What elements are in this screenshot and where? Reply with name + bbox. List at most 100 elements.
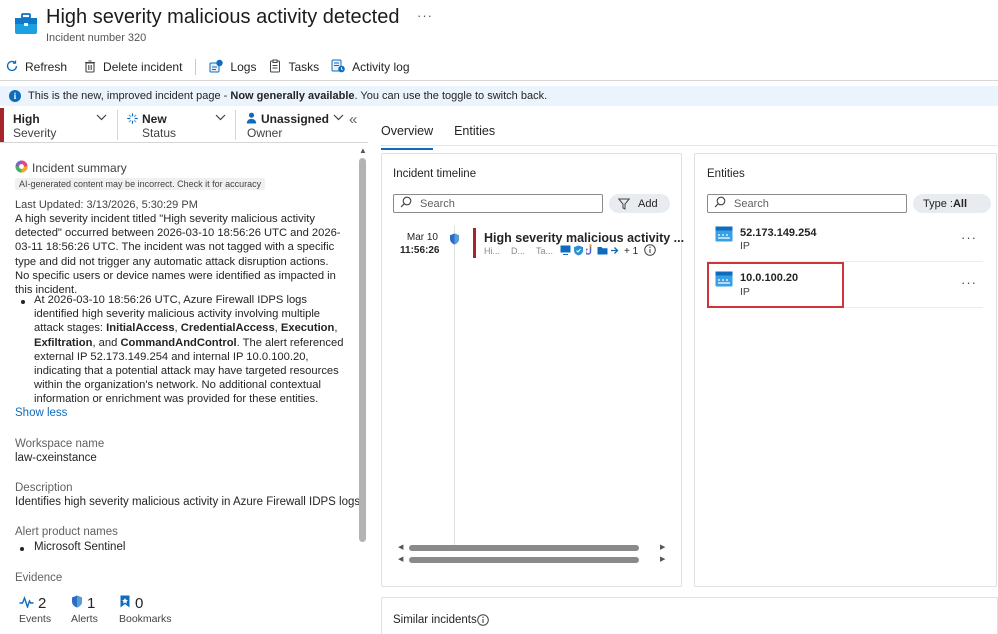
- evidence-bookmarks[interactable]: 0 Bookmarks: [119, 595, 172, 625]
- workspace-name-label: Workspace name: [15, 438, 105, 450]
- alert-product-names-label: Alert product names: [15, 526, 118, 538]
- chevron-down-icon: [333, 113, 344, 124]
- timeline-search-input[interactable]: Search: [393, 194, 603, 213]
- horizontal-scrollbar-2[interactable]: ◀ ▶: [398, 555, 670, 565]
- tab-entities[interactable]: Entities: [454, 124, 495, 146]
- incident-timeline-title: Incident timeline: [393, 168, 477, 180]
- detail-tabs: Overview Entities: [381, 124, 516, 150]
- clipboard-icon: [268, 59, 288, 76]
- timeline-tactic-icons: + 1: [560, 244, 658, 259]
- timeline-item-date: Mar 10 11:56:26: [400, 231, 440, 257]
- alerts-label: Alerts: [71, 613, 98, 625]
- scroll-left-arrow[interactable]: ◀: [398, 543, 403, 551]
- incident-summary-title: Incident summary: [32, 161, 127, 175]
- logs-button[interactable]: Logs: [209, 55, 256, 79]
- events-label: Events: [19, 613, 52, 625]
- tasks-button[interactable]: Tasks: [268, 55, 319, 79]
- toolbar-divider-line: [0, 80, 998, 81]
- owner-dropdown[interactable]: Unassigned Owner: [236, 108, 346, 142]
- horizontal-scrollbar-1[interactable]: ◀ ▶: [398, 543, 670, 553]
- refresh-label: Refresh: [25, 60, 68, 74]
- logs-label: Logs: [230, 60, 257, 74]
- folder-icon: [597, 246, 610, 258]
- scroll-thumb[interactable]: [409, 557, 639, 563]
- info-icon[interactable]: [644, 244, 658, 259]
- separator: ,: [334, 322, 338, 335]
- info-banner: i This is the new, improved incident pag…: [0, 86, 998, 106]
- type-filter-button[interactable]: Type : All: [913, 194, 991, 213]
- owner-label: Owner: [247, 126, 283, 140]
- copilot-icon: [15, 160, 32, 176]
- events-count: 2: [38, 595, 47, 612]
- evidence-label: Evidence: [15, 572, 63, 584]
- refresh-button[interactable]: Refresh: [5, 55, 67, 79]
- add-filter-label: Add: [638, 197, 658, 210]
- meta-severity: Hi...: [484, 246, 501, 256]
- entity-more-button[interactable]: ···: [961, 275, 977, 290]
- timeline-alert-title[interactable]: High severity malicious activity ...: [484, 231, 684, 245]
- highlight-box: [707, 262, 844, 308]
- incident-number: Incident number 320: [46, 32, 147, 44]
- scroll-thumb[interactable]: [409, 545, 639, 551]
- scroll-left-arrow[interactable]: ◀: [398, 555, 403, 563]
- show-less-link[interactable]: Show less: [15, 407, 67, 419]
- entities-search-placeholder: Search: [734, 197, 769, 210]
- logs-icon: [209, 59, 230, 76]
- stage-initial-access: InitialAccess: [106, 322, 175, 335]
- owner-value: Unassigned: [261, 112, 330, 126]
- add-filter-button[interactable]: Add: [609, 194, 670, 213]
- activity-log-button[interactable]: Activity log: [331, 55, 410, 79]
- timeline-axis: [454, 226, 455, 550]
- command-bar: Refresh Delete incident Logs Tasks Activ…: [0, 55, 998, 79]
- tabs-divider: [381, 145, 998, 146]
- incident-status-bar: High Severity New Status Unassigned Owne…: [0, 108, 368, 143]
- collapse-panel-button[interactable]: «: [349, 111, 357, 128]
- evidence-events[interactable]: 2 Events: [19, 595, 51, 625]
- delete-incident-button[interactable]: Delete incident: [83, 55, 182, 79]
- entity-row[interactable]: 52.173.149.254 IP ···: [707, 226, 983, 256]
- severity-dropdown[interactable]: High Severity: [0, 108, 117, 142]
- ip-address-icon: [715, 226, 733, 245]
- tab-overview[interactable]: Overview: [381, 124, 434, 150]
- page-header: High severity malicious activity detecte…: [0, 0, 998, 50]
- timeline-search-placeholder: Search: [420, 197, 455, 210]
- spinner-icon: [127, 113, 138, 127]
- refresh-icon: [5, 59, 25, 76]
- evidence-alerts[interactable]: 1 Alerts: [71, 595, 98, 625]
- delete-icon: [83, 59, 103, 76]
- more-tactics-count: + 1: [624, 246, 639, 257]
- scroll-up-arrow[interactable]: ▲: [359, 146, 367, 155]
- ai-disclaimer-badge: AI-generated content may be incorrect. C…: [15, 178, 266, 190]
- timeline-time: 11:56:26: [400, 245, 440, 256]
- entity-more-button[interactable]: ···: [961, 230, 977, 245]
- similar-incidents-title: Similar incidents: [393, 614, 477, 626]
- status-value: New: [142, 112, 167, 126]
- entities-search-input[interactable]: Search: [707, 194, 907, 213]
- page-title: High severity malicious activity detecte…: [46, 6, 400, 28]
- status-dropdown[interactable]: New Status: [118, 108, 235, 142]
- chevron-down-icon: [215, 113, 226, 124]
- filter-icon: [618, 198, 630, 210]
- banner-text-prefix: This is the new, improved incident page …: [28, 90, 231, 102]
- timeline-item-more-button[interactable]: ·: [664, 233, 668, 245]
- incident-timeline-card: [381, 153, 682, 587]
- summary-paragraph: A high severity incident titled "High se…: [15, 213, 341, 297]
- scroll-right-arrow[interactable]: ▶: [660, 543, 665, 551]
- alerts-count: 1: [87, 595, 96, 612]
- delete-incident-label: Delete incident: [103, 60, 183, 74]
- activity-log-icon: [331, 59, 352, 76]
- timeline-alert-meta: Hi... D... Ta...: [484, 246, 564, 256]
- shield-icon: [71, 595, 87, 612]
- info-icon[interactable]: [477, 614, 489, 629]
- scroll-right-arrow[interactable]: ▶: [660, 555, 665, 563]
- entities-card: [694, 153, 997, 587]
- summary-bullet: At 2026-03-10 18:56:26 UTC, Azure Firewa…: [34, 293, 346, 407]
- banner-text: This is the new, improved incident page …: [28, 90, 547, 102]
- more-options-button[interactable]: ···: [417, 8, 433, 23]
- last-updated: Last Updated: 3/13/2026, 5:30:29 PM: [15, 199, 198, 211]
- vertical-scrollbar[interactable]: [359, 158, 366, 542]
- shield-check-icon: [573, 245, 586, 259]
- briefcase-icon: [14, 12, 38, 36]
- description-label: Description: [15, 482, 73, 494]
- meta-detection: D...: [511, 246, 526, 256]
